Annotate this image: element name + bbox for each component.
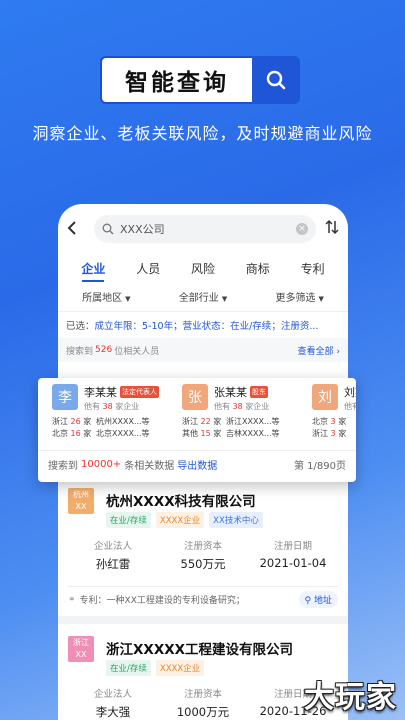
tab-trademark[interactable]: 商标 bbox=[230, 260, 285, 282]
divider bbox=[58, 616, 348, 624]
caret-down-icon: ▼ bbox=[318, 295, 324, 303]
company-type-badge: XXXX企业 bbox=[155, 512, 205, 528]
sort-icon[interactable] bbox=[324, 219, 340, 239]
company-stats: 企业法人 孙红雷 注册资本 550万元 注册日期 2021-01-04 bbox=[68, 538, 338, 572]
person-companies: 浙江 26 家 北京 16 家 杭州XXXX...等 北京XXXX...等 bbox=[52, 417, 150, 438]
avatar: 李 bbox=[52, 384, 78, 410]
hero-search-text: 智能查询 bbox=[100, 56, 252, 104]
hero-banner: 智能查询 洞察企业、老板关联风险，及时规避商业风险 bbox=[0, 0, 405, 190]
company-name[interactable]: 浙江XXXXX工程建设有限公司 bbox=[106, 638, 293, 658]
selected-filters[interactable]: 已选： 成立年限： 5-10年 ；营业状态： 在业/存续 ；注册资... bbox=[58, 312, 348, 338]
filter-bar: 所属地区 ▼ 全部行业 ▼ 更多筛选 ▼ bbox=[58, 282, 348, 312]
people-popup-card: 李 李某某 法定代表人 他有 38 家企业 浙江 26 家 北京 16 家 杭州X… bbox=[38, 378, 356, 482]
tab-people[interactable]: 人员 bbox=[121, 260, 176, 282]
watermark-logo: 大玩家 bbox=[304, 680, 397, 715]
link-icon: ⚭ bbox=[68, 594, 76, 605]
company-type-badge: XXXX企业 bbox=[155, 660, 205, 676]
person-companies: 浙江 22 家 其他 15 家 浙江XXXX...等 吉林XXXX...等 bbox=[182, 417, 280, 438]
people-list: 李 李某某 法定代表人 他有 38 家企业 浙江 26 家 北京 16 家 杭州X… bbox=[38, 378, 356, 450]
avatar: 张 bbox=[182, 384, 208, 410]
hero-search: 智能查询 bbox=[100, 56, 300, 104]
legal-person: 李大强 bbox=[95, 705, 131, 719]
back-icon[interactable] bbox=[66, 217, 86, 241]
registered-date: 2021-01-04 bbox=[259, 556, 327, 570]
patent-row: ⚭ 专利：一种XX工程建设的专利设备研究； ⚲ 地址 bbox=[68, 586, 338, 612]
tab-risk[interactable]: 风险 bbox=[176, 260, 231, 282]
company-name[interactable]: 杭州XXXX科技有限公司 bbox=[106, 490, 256, 510]
company-tags: 在业/存续 XXXX企业 XX技术中心 bbox=[106, 512, 268, 528]
company-logo: 浙江 XX bbox=[68, 636, 94, 662]
see-all-link[interactable]: 查看全部 › bbox=[298, 344, 340, 357]
category-tabs: 企业 人员 风险 商标 专利 bbox=[58, 254, 348, 282]
tech-center-badge: XX技术中心 bbox=[209, 512, 263, 528]
person-name[interactable]: 张某某 bbox=[214, 384, 247, 400]
address-button[interactable]: ⚲ 地址 bbox=[298, 591, 338, 608]
clear-icon[interactable]: × bbox=[296, 223, 308, 235]
company-logo: 杭州 XX bbox=[68, 488, 94, 514]
status-badge: 在业/存续 bbox=[106, 512, 151, 528]
person-name[interactable]: 刘某 bbox=[344, 384, 356, 400]
person-name[interactable]: 李某某 bbox=[84, 384, 117, 400]
person-card[interactable]: 李 李某某 法定代表人 他有 38 家企业 浙江 26 家 北京 16 家 杭州X… bbox=[52, 384, 174, 450]
hero-search-button bbox=[252, 56, 300, 104]
role-badge: 法定代表人 bbox=[120, 386, 159, 398]
export-data-button[interactable]: 导出数据 bbox=[177, 457, 217, 472]
legal-person: 孙红雷 bbox=[95, 557, 131, 571]
caret-down-icon: ▼ bbox=[221, 295, 228, 303]
hero-tagline: 洞察企业、老板关联风险，及时规避商业风险 bbox=[32, 124, 373, 143]
tab-patent[interactable]: 专利 bbox=[285, 260, 340, 282]
registered-capital: 550万元 bbox=[180, 557, 226, 571]
status-badge: 在业/存续 bbox=[106, 660, 151, 676]
search-input[interactable]: XXX公司 × bbox=[94, 215, 316, 243]
page-indicator: 第 1/890页 bbox=[294, 461, 346, 472]
filter-more[interactable]: 更多筛选 ▼ bbox=[251, 289, 348, 304]
company-tags: 在业/存续 XXXX企业 bbox=[106, 660, 209, 676]
registered-capital: 1000万元 bbox=[176, 705, 230, 719]
top-bar: XXX公司 × bbox=[58, 204, 348, 254]
tab-company[interactable]: 企业 bbox=[66, 260, 121, 282]
person-card[interactable]: 张 张某某 股东 他有 38 家企业 浙江 22 家 其他 15 家 浙江XXXX… bbox=[182, 384, 304, 450]
filter-industry[interactable]: 全部行业 ▼ bbox=[155, 289, 252, 304]
search-icon bbox=[266, 70, 286, 90]
company-stats: 企业法人 李大强 注册资本 1000万元 注册日期 2020-11-26 bbox=[68, 686, 338, 720]
person-companies: 北京 3 家 浙江 3 家 bbox=[312, 417, 347, 438]
avatar: 刘 bbox=[312, 384, 338, 410]
people-header: 搜索到 526 位相关人员 查看全部 › bbox=[58, 338, 348, 362]
person-card[interactable]: 刘 刘某 他有 北京 3 家 浙江 3 家 bbox=[312, 384, 356, 450]
search-input-text[interactable]: XXX公司 bbox=[120, 221, 296, 237]
filter-region[interactable]: 所属地区 ▼ bbox=[58, 289, 155, 304]
role-badge: 股东 bbox=[250, 386, 268, 398]
search-icon bbox=[102, 223, 114, 235]
caret-down-icon: ▼ bbox=[125, 295, 131, 303]
location-icon: ⚲ bbox=[304, 596, 312, 606]
data-footer: 搜索到 10000+ 条相关数据 导出数据 第 1/890页 bbox=[38, 450, 356, 478]
